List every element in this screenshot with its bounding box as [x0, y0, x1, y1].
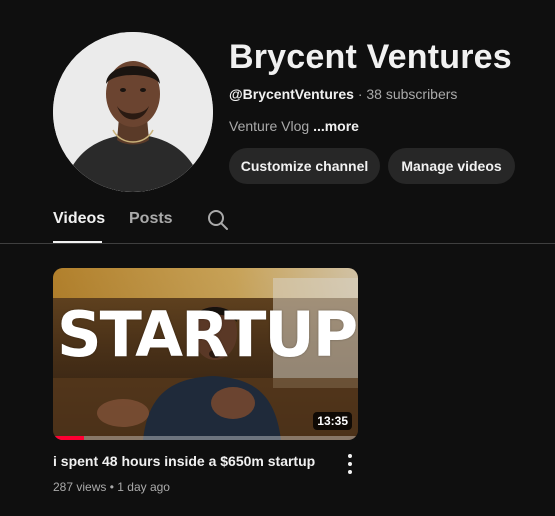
tab-videos[interactable]: Videos: [53, 210, 105, 228]
manage-videos-button[interactable]: Manage videos: [388, 148, 515, 184]
meta-separator: •: [109, 480, 114, 494]
watch-progress-fill: [53, 436, 84, 440]
search-icon[interactable]: [207, 209, 229, 231]
video-title[interactable]: i spent 48 hours inside a $650m startup: [53, 453, 315, 469]
video-thumbnail[interactable]: STARTUP 13:35: [53, 268, 358, 440]
customize-channel-button[interactable]: Customize channel: [229, 148, 380, 184]
channel-meta: @BrycentVentures · 38 subscribers: [229, 86, 457, 102]
thumbnail-title-text: STARTUP: [57, 298, 358, 371]
upload-age: 1 day ago: [117, 480, 170, 494]
channel-avatar[interactable]: [53, 32, 213, 192]
meta-separator: ·: [357, 86, 363, 102]
view-count: 287 views: [53, 480, 107, 494]
more-vert-icon[interactable]: [341, 454, 359, 474]
channel-tabs: Videos Posts: [0, 200, 555, 244]
channel-description[interactable]: Venture Vlog ...more: [229, 118, 359, 134]
more-link[interactable]: ...more: [313, 118, 359, 134]
watch-progress-bar: [53, 436, 358, 440]
subscriber-count: 38 subscribers: [366, 86, 458, 102]
channel-handle: @BrycentVentures: [229, 86, 354, 102]
channel-name: Brycent Ventures: [229, 38, 512, 76]
video-duration: 13:35: [313, 412, 352, 430]
tab-posts[interactable]: Posts: [129, 210, 173, 228]
tabs-divider: [0, 243, 555, 244]
description-text: Venture Vlog: [229, 118, 310, 134]
video-meta: 287 views • 1 day ago: [53, 480, 170, 494]
avatar-image: [53, 32, 213, 192]
